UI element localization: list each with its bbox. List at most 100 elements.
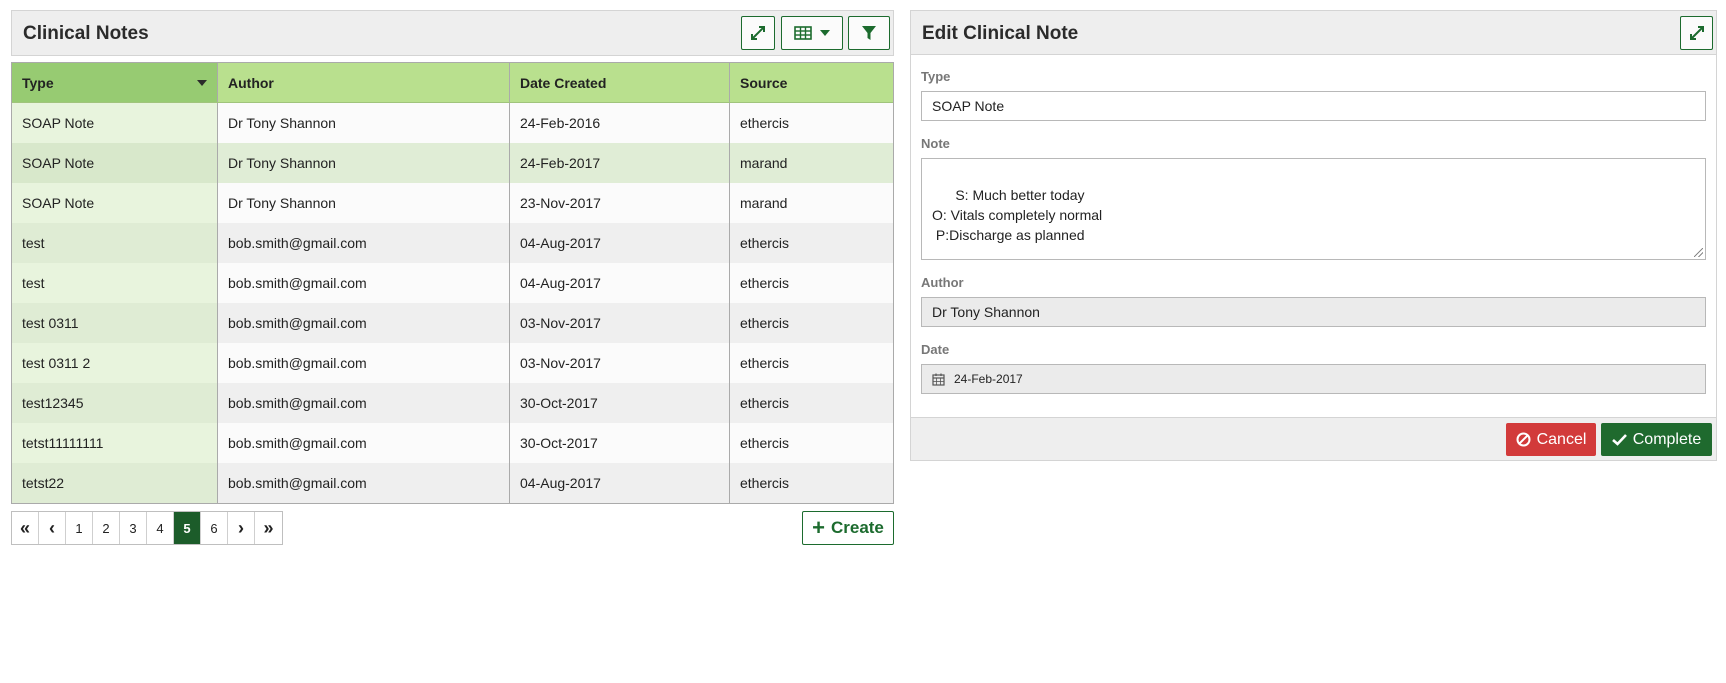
- cell-date: 04-Aug-2017: [510, 463, 730, 503]
- column-header-author[interactable]: Author: [218, 63, 510, 102]
- cancel-label: Cancel: [1536, 430, 1587, 448]
- cell-type: test: [12, 223, 218, 263]
- cell-type: SOAP Note: [12, 143, 218, 183]
- page-1-button[interactable]: 1: [66, 512, 93, 544]
- table-row[interactable]: test bob.smith@gmail.com 04-Aug-2017 eth…: [12, 263, 893, 303]
- cell-source: ethercis: [740, 115, 790, 131]
- cell-source: ethercis: [740, 275, 790, 291]
- clinical-notes-panel: Clinical Notes Type Author Date Created …: [11, 10, 894, 545]
- cell-date: 30-Oct-2017: [510, 423, 730, 463]
- calendar-icon: [932, 373, 945, 386]
- note-text: S: Much better today O: Vitals completel…: [932, 187, 1103, 243]
- date-label: Date: [921, 342, 950, 357]
- type-label: Type: [921, 69, 951, 84]
- first-page-button[interactable]: «: [12, 512, 39, 544]
- check-icon: [1611, 434, 1627, 446]
- cell-author: bob.smith@gmail.com: [218, 303, 510, 343]
- cell-date: 30-Oct-2017: [510, 383, 730, 423]
- cell-author: bob.smith@gmail.com: [218, 383, 510, 423]
- cell-type: test 0311 2: [12, 343, 218, 383]
- cell-type: test 0311: [12, 303, 218, 343]
- form-footer: Cancel Complete: [911, 417, 1716, 460]
- edit-note-header: Edit Clinical Note: [911, 11, 1716, 55]
- page-6-button[interactable]: 6: [201, 512, 228, 544]
- sort-arrow-icon: [197, 80, 207, 86]
- cell-date: 23-Nov-2017: [510, 183, 730, 223]
- cell-type: SOAP Note: [12, 103, 218, 143]
- cancel-button[interactable]: Cancel: [1506, 423, 1596, 456]
- page-2-button[interactable]: 2: [93, 512, 120, 544]
- filter-button[interactable]: [848, 16, 890, 50]
- create-button[interactable]: + Create: [802, 511, 894, 545]
- filter-icon: [862, 26, 876, 40]
- column-header-type[interactable]: Type: [12, 63, 218, 102]
- cell-author: Dr Tony Shannon: [218, 183, 510, 223]
- expand-icon: [751, 26, 765, 40]
- author-field: Dr Tony Shannon: [921, 297, 1706, 327]
- cell-type: tetst11111111: [12, 423, 218, 463]
- page-4-button[interactable]: 4: [147, 512, 174, 544]
- clinical-notes-header: Clinical Notes: [11, 10, 894, 56]
- resize-grip-icon[interactable]: [1694, 248, 1703, 257]
- page-3-button[interactable]: 3: [120, 512, 147, 544]
- table-row[interactable]: tetst22 bob.smith@gmail.com 04-Aug-2017 …: [12, 463, 893, 503]
- cell-author: bob.smith@gmail.com: [218, 223, 510, 263]
- note-textarea[interactable]: S: Much better today O: Vitals completel…: [921, 158, 1706, 260]
- cell-author: bob.smith@gmail.com: [218, 343, 510, 383]
- prev-page-button[interactable]: ‹: [39, 512, 66, 544]
- cell-type: SOAP Note: [12, 183, 218, 223]
- caret-down-icon: [820, 30, 830, 36]
- create-label: Create: [830, 518, 884, 537]
- cell-source: ethercis: [740, 315, 790, 331]
- cell-author: Dr Tony Shannon: [218, 103, 510, 143]
- cell-source: ethercis: [740, 235, 790, 251]
- cell-date: 24-Feb-2017: [510, 143, 730, 183]
- last-page-button[interactable]: »: [255, 512, 282, 544]
- author-label: Author: [921, 275, 1706, 290]
- table-row[interactable]: test12345 bob.smith@gmail.com 30-Oct-201…: [12, 383, 893, 423]
- date-value: 24-Feb-2017: [954, 372, 1023, 386]
- cell-date: 04-Aug-2017: [510, 223, 730, 263]
- clinical-notes-table: Type Author Date Created Source SOAP Not…: [11, 62, 894, 504]
- page-5-button-active[interactable]: 5: [174, 512, 201, 544]
- next-page-button[interactable]: ›: [228, 512, 255, 544]
- column-header-source[interactable]: Source: [730, 63, 893, 102]
- complete-button[interactable]: Complete: [1601, 423, 1712, 456]
- expand-button[interactable]: [1680, 16, 1713, 50]
- table-row[interactable]: test bob.smith@gmail.com 04-Aug-2017 eth…: [12, 223, 893, 263]
- cell-source: marand: [740, 155, 788, 171]
- table-row[interactable]: tetst11111111 bob.smith@gmail.com 30-Oct…: [12, 423, 893, 463]
- cell-author: bob.smith@gmail.com: [218, 423, 510, 463]
- panel-title: Edit Clinical Note: [922, 23, 1079, 44]
- type-input[interactable]: SOAP Note: [921, 91, 1706, 121]
- expand-icon: [1689, 26, 1704, 40]
- note-label: Note: [921, 136, 950, 151]
- expand-button[interactable]: [741, 16, 775, 50]
- cell-source: ethercis: [740, 475, 790, 491]
- complete-label: Complete: [1632, 430, 1702, 448]
- cell-source: ethercis: [740, 395, 790, 411]
- cell-author: bob.smith@gmail.com: [218, 263, 510, 303]
- cell-source: ethercis: [740, 355, 790, 371]
- table-row[interactable]: SOAP Note Dr Tony Shannon 23-Nov-2017 ma…: [12, 183, 893, 223]
- table-row[interactable]: test 0311 2 bob.smith@gmail.com 03-Nov-2…: [12, 343, 893, 383]
- edit-clinical-note-panel: Edit Clinical Note Type SOAP Note Note S…: [910, 10, 1717, 461]
- date-field[interactable]: 24-Feb-2017: [921, 364, 1706, 394]
- cell-type: test: [12, 263, 218, 303]
- table-row[interactable]: test 0311 bob.smith@gmail.com 03-Nov-201…: [12, 303, 893, 343]
- column-header-date-created[interactable]: Date Created: [510, 63, 730, 102]
- pagination-bar: « ‹ 1 2 3 4 5 6 › » + Create: [11, 511, 894, 545]
- panel-title: Clinical Notes: [23, 23, 149, 44]
- table-header: Type Author Date Created Source: [12, 63, 893, 103]
- note-form: Type SOAP Note Note S: Much better today…: [911, 69, 1716, 394]
- pagination: « ‹ 1 2 3 4 5 6 › »: [11, 511, 283, 545]
- cell-author: Dr Tony Shannon: [218, 143, 510, 183]
- cell-type: tetst22: [12, 463, 218, 503]
- ban-icon: [1516, 432, 1531, 447]
- table-icon: [794, 26, 812, 40]
- cell-source: ethercis: [740, 435, 790, 451]
- cell-author: bob.smith@gmail.com: [218, 463, 510, 503]
- table-row-selected[interactable]: SOAP Note Dr Tony Shannon 24-Feb-2017 ma…: [12, 143, 893, 183]
- table-settings-button[interactable]: [781, 16, 843, 50]
- table-row[interactable]: SOAP Note Dr Tony Shannon 24-Feb-2016 et…: [12, 103, 893, 143]
